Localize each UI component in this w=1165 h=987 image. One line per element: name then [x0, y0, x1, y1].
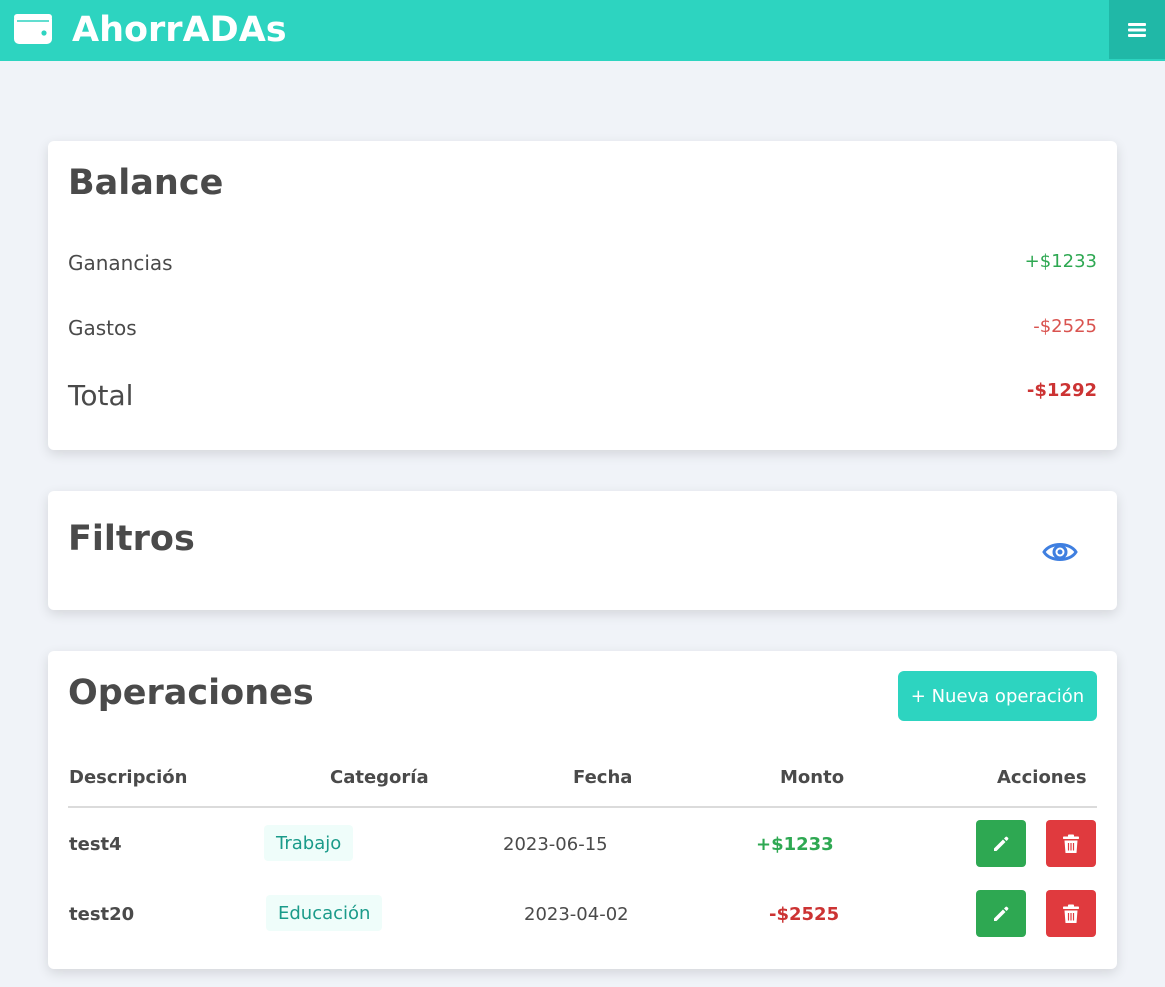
column-header-amount: Monto — [780, 767, 845, 788]
table-divider — [68, 806, 1097, 808]
gastos-label: Gastos — [68, 316, 137, 340]
row-description: test20 — [69, 904, 135, 925]
ganancias-label: Ganancias — [68, 251, 173, 275]
filters-card: Filtros — [48, 491, 1117, 610]
category-tag[interactable]: Educación — [266, 895, 383, 931]
row-date: 2023-04-02 — [524, 904, 629, 925]
column-header-category: Categoría — [330, 767, 429, 788]
row-description: test4 — [69, 834, 122, 855]
eye-icon[interactable] — [1042, 537, 1078, 567]
balance-card: Balance Ganancias +$1233 Gastos -$2525 T… — [48, 141, 1117, 450]
delete-button[interactable] — [1046, 820, 1096, 867]
app-title[interactable]: AhorrADAs — [72, 8, 287, 52]
total-label: Total — [68, 379, 134, 412]
operations-card: Operaciones + Nueva operación Descripció… — [48, 651, 1117, 969]
total-value: -$1292 — [1026, 380, 1097, 401]
pencil-icon — [994, 906, 1009, 921]
operations-title: Operaciones — [68, 673, 314, 713]
trash-icon — [1063, 904, 1079, 923]
menu-button[interactable] — [1109, 0, 1165, 59]
row-date: 2023-06-15 — [503, 834, 608, 855]
column-header-date: Fecha — [573, 767, 633, 788]
wallet-icon[interactable] — [13, 12, 53, 46]
hamburger-icon — [1128, 22, 1146, 37]
trash-icon — [1063, 834, 1079, 853]
gastos-value: -$2525 — [1033, 316, 1097, 337]
edit-button[interactable] — [976, 890, 1026, 937]
column-header-actions: Acciones — [997, 767, 1087, 788]
filters-title: Filtros — [68, 519, 195, 559]
balance-title: Balance — [68, 163, 224, 203]
category-tag[interactable]: Trabajo — [264, 825, 354, 861]
new-operation-button[interactable]: + Nueva operación — [898, 671, 1097, 721]
pencil-icon — [994, 836, 1009, 851]
ganancias-value: +$1233 — [1024, 251, 1097, 272]
column-header-description: Descripción — [69, 767, 188, 788]
delete-button[interactable] — [1046, 890, 1096, 937]
row-amount: -$2525 — [769, 904, 840, 925]
navbar: AhorrADAs — [0, 0, 1165, 61]
row-amount: +$1233 — [756, 834, 834, 855]
edit-button[interactable] — [976, 820, 1026, 867]
